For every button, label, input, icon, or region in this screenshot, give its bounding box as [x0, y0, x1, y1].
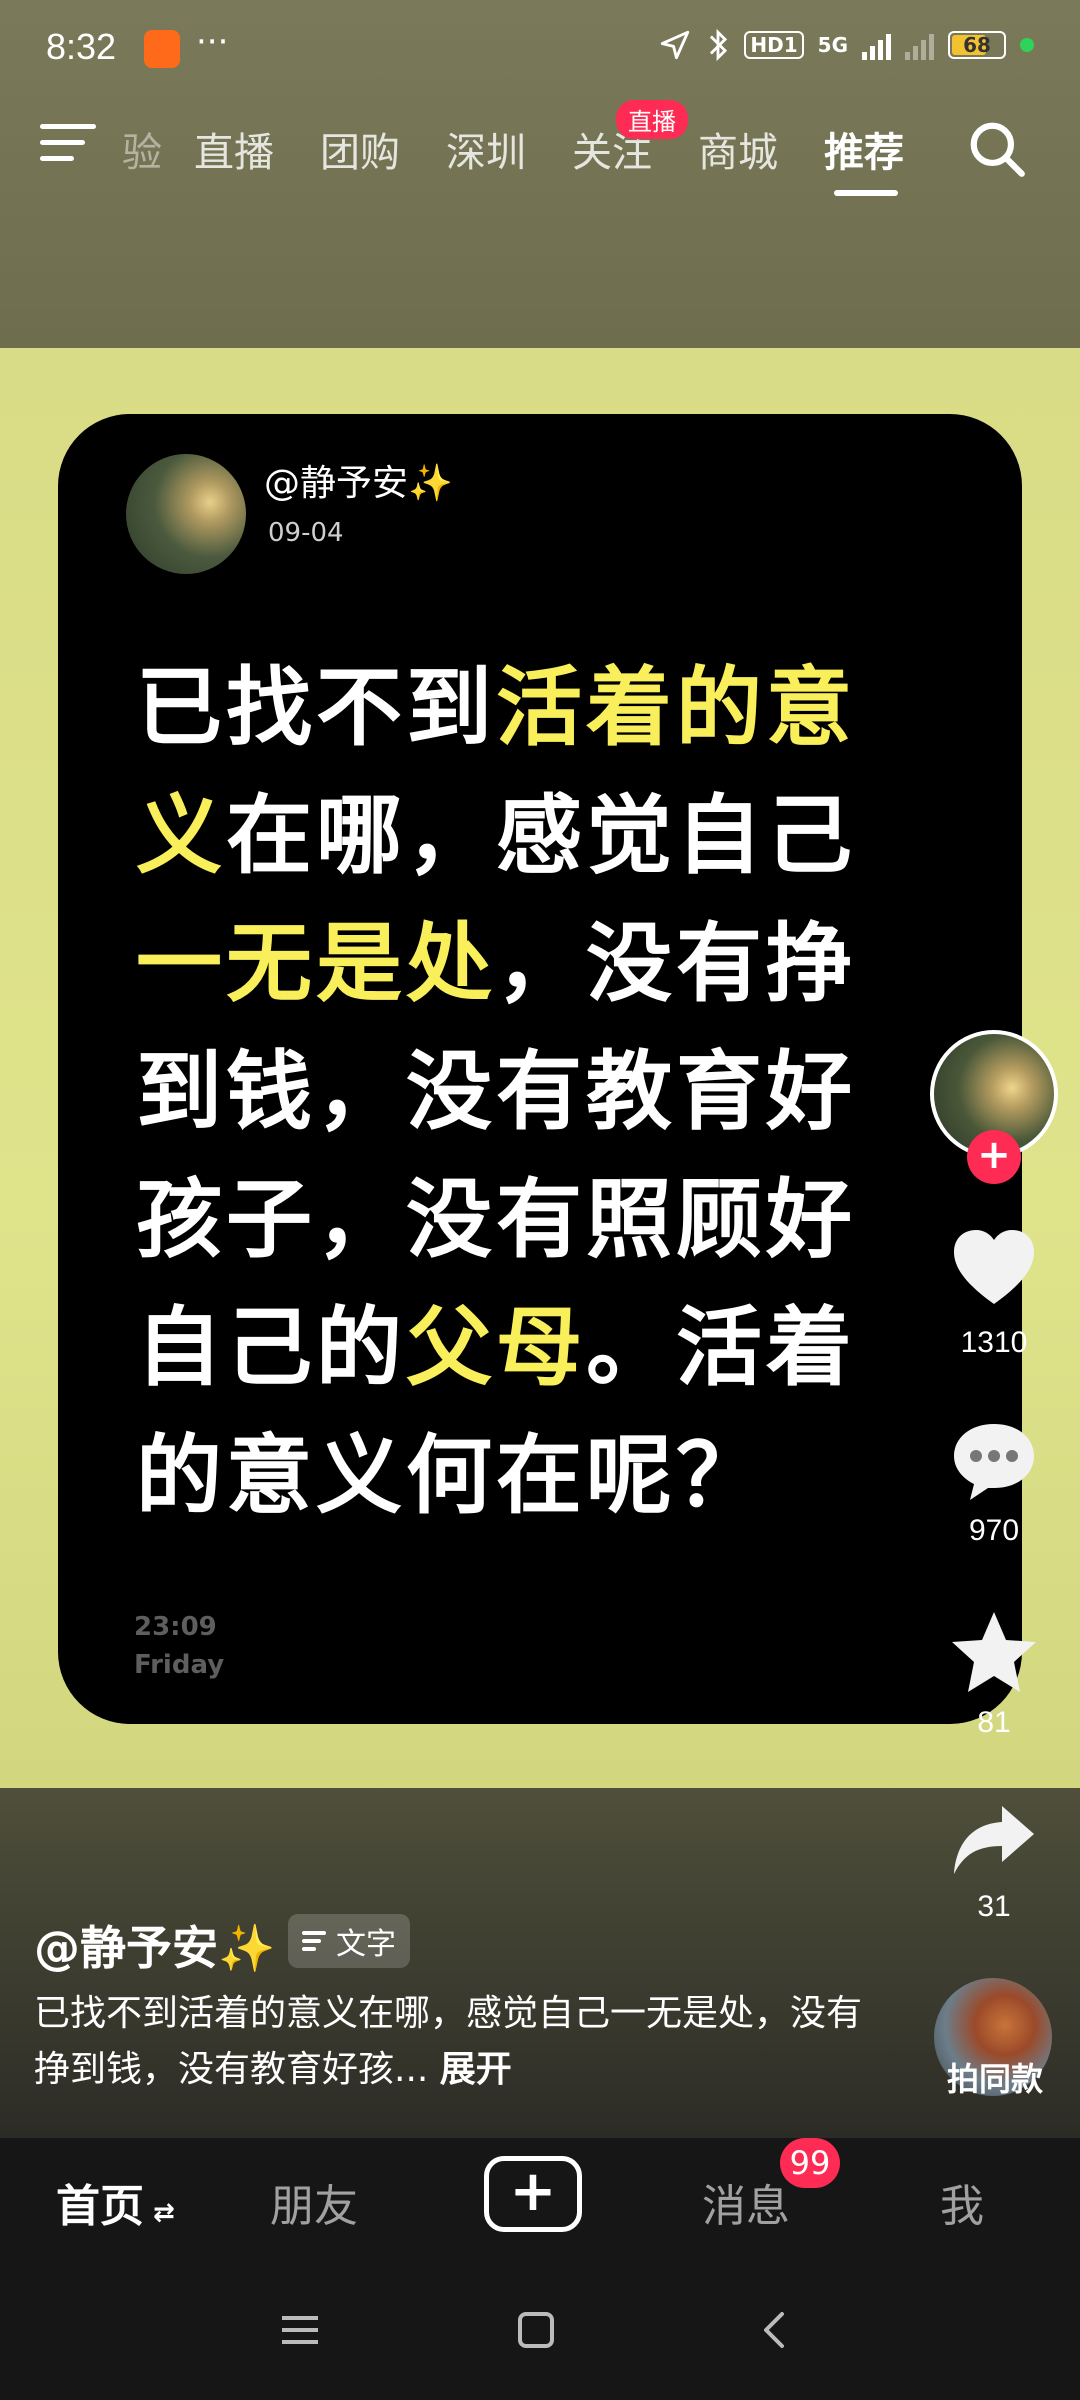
expand-link[interactable]: 展开 [440, 2049, 512, 2090]
same-style-label[interactable]: 拍同款 [930, 2054, 1060, 2100]
tab-recommend[interactable]: 推荐 [824, 120, 904, 178]
privacy-indicator-icon [1020, 38, 1034, 52]
nav-home[interactable]: 首页 ⇄ [56, 2170, 175, 2234]
network-type: 5G [817, 33, 848, 57]
comment-icon[interactable] [946, 1414, 1042, 1510]
hd-voice-badge: HD1 [744, 31, 804, 59]
share-count: 31 [977, 1890, 1011, 1923]
status-icons: HD1 5G 68 [658, 28, 1034, 62]
card-date: 09-04 [268, 518, 344, 548]
signal-strength-2-icon [905, 30, 934, 60]
like-count: 1310 [960, 1326, 1028, 1359]
nav-messages[interactable]: 消息 [702, 2170, 790, 2234]
tab-shenzhen[interactable]: 深圳 [446, 120, 526, 178]
caption-text: 已找不到活着的意义在哪，感觉自己一无是处，没有挣到钱，没有教育好孩... 展开 [34, 1986, 894, 2098]
menu-icon[interactable] [40, 124, 96, 168]
live-badge: 直播 [616, 100, 688, 139]
follow-button[interactable]: + [967, 1130, 1021, 1184]
status-bar: 8:32 ··· HD1 5G 68 [0, 0, 1080, 100]
system-nav-bar [0, 2258, 1080, 2400]
nav-friends[interactable]: 朋友 [270, 2170, 358, 2234]
battery-icon: 68 [948, 31, 1006, 59]
share-icon[interactable] [946, 1790, 1042, 1886]
text-lines-icon [302, 1927, 326, 1955]
location-arrow-icon [661, 30, 690, 60]
back-arrow-icon[interactable] [752, 2308, 796, 2352]
top-tab-bar: 验 直播 团购 深圳 关注 直播 商城 推荐 [0, 100, 1080, 200]
tab-live[interactable]: 直播 [194, 120, 274, 178]
tab-partial[interactable]: 验 [122, 120, 162, 178]
card-avatar [126, 454, 246, 574]
taobao-app-icon [144, 30, 180, 68]
tab-group-buy[interactable]: 团购 [320, 120, 400, 178]
comment-count: 970 [968, 1514, 1020, 1547]
search-icon[interactable] [966, 118, 1028, 180]
quote-text-segment: 在哪，感觉自己 [226, 786, 856, 886]
quote-text-segment: 已找不到 [136, 658, 496, 758]
card-username: @静予安✨ [264, 463, 453, 504]
favorite-count: 81 [977, 1706, 1011, 1739]
bluetooth-icon [710, 28, 728, 62]
home-square-icon[interactable] [514, 2308, 558, 2352]
nav-home-label: 首页 [56, 2181, 144, 2232]
post-card[interactable]: @静予安✨ 09-04 已找不到活着的意义在哪，感觉自己一无是处，没有挣到钱，没… [58, 414, 1022, 1724]
signal-strength-icon [862, 30, 891, 60]
card-time: 23:09 [134, 1612, 217, 1642]
more-notifications-icon: ··· [196, 22, 229, 62]
caption-username[interactable]: @静予安✨ [34, 1912, 275, 1978]
tab-mall[interactable]: 商城 [698, 120, 778, 178]
battery-level: 68 [963, 33, 991, 57]
switch-arrows-icon: ⇄ [144, 2198, 175, 2228]
star-icon[interactable] [946, 1606, 1042, 1702]
heart-icon[interactable] [946, 1220, 1042, 1316]
messages-badge: 99 [780, 2138, 840, 2188]
nav-me[interactable]: 我 [940, 2170, 984, 2234]
text-tag-label: 文字 [336, 1927, 396, 1962]
active-tab-indicator [834, 190, 898, 196]
highlighted-text: 一无是处 [136, 914, 496, 1014]
recent-apps-icon[interactable] [278, 2308, 322, 2352]
text-tag-chip[interactable]: 文字 [288, 1914, 410, 1968]
bottom-nav: 首页 ⇄ 朋友 + 消息 99 我 [0, 2138, 1080, 2258]
create-post-button[interactable]: + [484, 2156, 582, 2232]
highlighted-text: 父母 [406, 1298, 586, 1398]
status-time: 8:32 [46, 26, 117, 67]
card-day: Friday [134, 1650, 225, 1680]
card-quote-text: 已找不到活着的意义在哪，感觉自己一无是处，没有挣到钱，没有教育好孩子，没有照顾好… [136, 644, 896, 1540]
